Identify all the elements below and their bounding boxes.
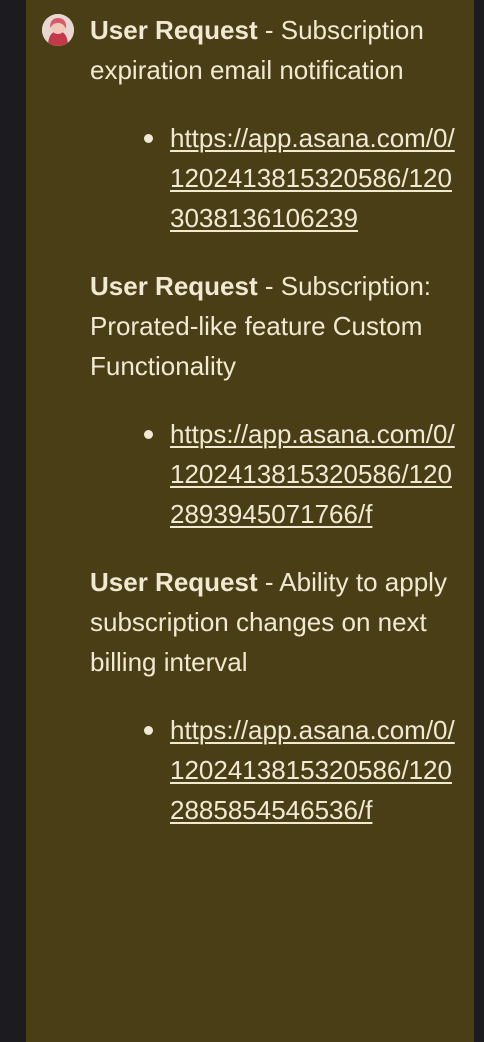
request-title: User Request (90, 15, 258, 45)
request-separator: - (257, 15, 281, 45)
bullet-icon (144, 430, 153, 439)
bullet-icon (144, 726, 153, 735)
request-item: User Request - Subscription: Prorated-li… (90, 266, 460, 534)
link-list: https://app.asana.com/0/1202413815320586… (90, 710, 460, 830)
list-item: https://app.asana.com/0/1202413815320586… (144, 414, 460, 534)
request-separator: - (257, 271, 281, 301)
request-title: User Request (90, 271, 258, 301)
list-item: https://app.asana.com/0/1202413815320586… (144, 118, 460, 238)
link-list: https://app.asana.com/0/1202413815320586… (90, 414, 460, 534)
link-list: https://app.asana.com/0/1202413815320586… (90, 118, 460, 238)
user-avatar[interactable] (42, 14, 74, 46)
asana-link[interactable]: https://app.asana.com/0/1202413815320586… (170, 414, 460, 534)
asana-link[interactable]: https://app.asana.com/0/1202413815320586… (170, 118, 460, 238)
message-body: User Request - Subscription expiration e… (90, 10, 460, 858)
request-item: User Request - Ability to apply subscrip… (90, 562, 460, 830)
bullet-icon (144, 134, 153, 143)
request-item: User Request - Subscription expiration e… (90, 10, 460, 238)
request-separator: - (257, 567, 280, 597)
request-title: User Request (90, 567, 258, 597)
avatar-image (42, 14, 74, 46)
list-item: https://app.asana.com/0/1202413815320586… (144, 710, 460, 830)
asana-link[interactable]: https://app.asana.com/0/1202413815320586… (170, 710, 460, 830)
